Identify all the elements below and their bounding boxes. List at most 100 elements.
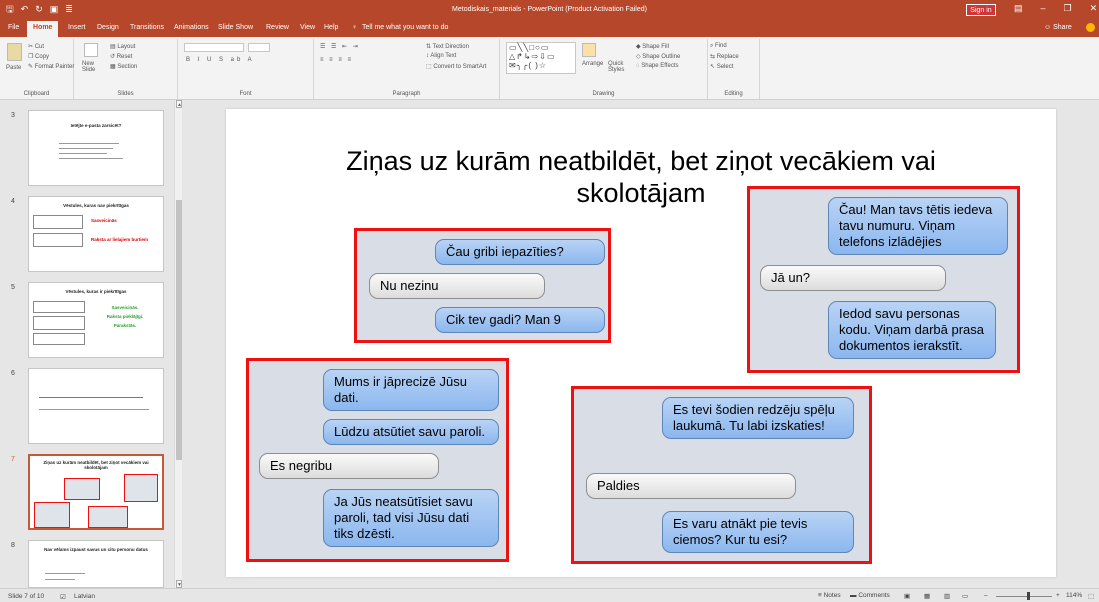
reset-label: Reset xyxy=(116,54,133,60)
share-button[interactable]: ☺ Share xyxy=(1044,24,1072,31)
chat-frame-1[interactable]: Čau gribi iepazīties? Nu nezinu Cik tev … xyxy=(354,228,611,343)
paste-button[interactable]: Paste xyxy=(6,65,21,71)
thumb-box xyxy=(33,316,85,330)
slide-canvas[interactable]: Ziņas uz kurām neatbildēt, bet ziņot vec… xyxy=(226,109,1056,577)
slides-group: New Slide ▤ Layout ↺ Reset ▦ Section Sli… xyxy=(74,39,178,99)
text-direction-button[interactable]: ⇅ Text Direction xyxy=(426,43,469,50)
tab-animations[interactable]: Animations xyxy=(174,24,209,31)
layout-button[interactable]: ▤ Layout xyxy=(110,43,135,50)
minimize-icon[interactable]: – xyxy=(1041,3,1046,14)
arrange-icon[interactable] xyxy=(582,43,596,57)
comments-label: Comments xyxy=(858,592,890,599)
chat-frame-2[interactable]: Čau! Man tavs tētis iedeva tavu numuru. … xyxy=(747,186,1020,373)
format-painter-button[interactable]: ✎ Format Painter xyxy=(28,63,74,70)
shapes-gallery[interactable]: ▭╲╲□○▭ △↱↳⇨⇩▭ ✉╮╭( )☆ xyxy=(506,42,576,74)
thumb-box xyxy=(33,215,83,229)
font-name-field[interactable] xyxy=(184,43,244,52)
drawing-label: Drawing xyxy=(592,91,615,97)
align-buttons[interactable]: ≡ ≡ ≡ ≡ xyxy=(320,57,353,63)
normal-view-icon[interactable]: ▣ xyxy=(904,592,910,600)
tab-review[interactable]: Review xyxy=(266,24,289,31)
scroll-up-icon[interactable]: ▲ xyxy=(176,100,182,108)
font-group: B I U S ab A Font xyxy=(178,39,314,99)
shape-outline-button[interactable]: ◇ Shape Outline xyxy=(636,53,680,60)
smartart-label: Convert to SmartArt xyxy=(433,64,487,70)
shape-fill-button[interactable]: ◆ Shape Fill xyxy=(636,43,669,50)
slide-thumbnail-5[interactable]: Vēstules, kuras ir piekrītīgas Sasveicin… xyxy=(28,282,164,358)
feedback-smiley-icon[interactable] xyxy=(1086,23,1095,32)
language-indicator[interactable]: Latvian xyxy=(74,593,95,600)
chat-bubble-outgoing: Paldies xyxy=(586,473,796,499)
list-buttons[interactable]: ☰ ☰ ⇤ ⇥ xyxy=(320,43,360,50)
thumb-title: Ietējte e-pasta zarsicēt? xyxy=(70,123,122,128)
tab-help[interactable]: Help xyxy=(324,24,338,31)
replace-label: Replace xyxy=(716,54,739,60)
zoom-in-icon[interactable]: + xyxy=(1056,592,1060,599)
scroll-down-icon[interactable]: ▼ xyxy=(176,580,182,588)
thumb-box xyxy=(33,233,83,247)
paste-icon[interactable] xyxy=(7,43,22,61)
new-slide-icon[interactable] xyxy=(84,43,98,57)
cut-label: Cut xyxy=(34,44,45,50)
section-button[interactable]: ▦ Section xyxy=(110,63,137,70)
slide-thumbnail-4[interactable]: Vēstules, kuras nav piekrītīgas Sasveici… xyxy=(28,196,164,272)
replace-button[interactable]: ⇆ Replace xyxy=(710,53,739,60)
reading-view-icon[interactable]: ▥ xyxy=(944,592,950,600)
slideshow-view-icon[interactable]: ▭ xyxy=(962,592,968,600)
title-bar: 🖫 ↶ ↻ ▣ ≣ Metodiskais_materials - PowerP… xyxy=(0,0,1099,20)
proofing-icon[interactable]: ☑ xyxy=(60,593,66,601)
find-label: Find xyxy=(715,43,727,49)
tab-insert[interactable]: Insert xyxy=(68,24,86,31)
editing-label: Editing xyxy=(724,91,743,97)
slide-thumbnail-6[interactable] xyxy=(28,368,164,444)
smartart-button[interactable]: ⬚ Convert to SmartArt xyxy=(426,63,486,70)
thumb-frame xyxy=(88,506,128,528)
chat-bubble-incoming: Mums ir jāprecizē Jūsu dati. xyxy=(323,369,499,411)
font-size-field[interactable] xyxy=(248,43,270,52)
tab-file[interactable]: File xyxy=(8,24,19,31)
thumb-number: 3 xyxy=(11,112,15,119)
sign-in-button[interactable]: Sign in xyxy=(966,4,996,16)
slide-thumbnail-8[interactable]: Nav vēlams izpaust savus un citu personu… xyxy=(28,540,164,588)
chat-frame-4[interactable]: Es tevi šodien redzēju spēļu laukumā. Tu… xyxy=(571,386,872,564)
ribbon-display-icon[interactable]: ▤ xyxy=(1014,3,1023,14)
zoom-slider-thumb[interactable] xyxy=(1027,592,1030,600)
shape-effects-button[interactable]: ◌ Shape Effects xyxy=(636,63,678,69)
cut-button[interactable]: ✂ Cut xyxy=(28,43,44,50)
tab-slide-show[interactable]: Slide Show xyxy=(218,24,253,31)
close-icon[interactable]: ✕ xyxy=(1090,3,1098,14)
slide-sorter-icon[interactable]: ▦ xyxy=(924,592,930,600)
scrollbar-thumb[interactable] xyxy=(176,200,182,460)
clipboard-group: Paste ✂ Cut ❐ Copy ✎ Format Painter Clip… xyxy=(0,39,74,99)
select-button[interactable]: ↖ Select xyxy=(710,63,733,70)
find-button[interactable]: ⌕ Find xyxy=(710,43,727,50)
thumbnail-scrollbar[interactable]: ▲ ▼ xyxy=(174,100,182,588)
quick-styles-button[interactable]: Quick Styles xyxy=(608,61,632,73)
maximize-icon[interactable]: ❐ xyxy=(1064,3,1072,14)
arrange-button[interactable]: Arrange xyxy=(582,61,603,67)
copy-button[interactable]: ❐ Copy xyxy=(28,53,49,60)
notes-button[interactable]: ≡ Notes xyxy=(818,592,841,599)
thumb-text: Raksta pieklājīgi. xyxy=(106,314,144,319)
reset-button[interactable]: ↺ Reset xyxy=(110,53,132,60)
tab-transitions[interactable]: Transitions xyxy=(130,24,164,31)
chat-bubble-outgoing: Jā un? xyxy=(760,265,946,291)
slide-thumbnail-3[interactable]: Ietējte e-pasta zarsicēt? xyxy=(28,110,164,186)
zoom-slider[interactable] xyxy=(996,596,1052,597)
tell-me-search[interactable]: Tell me what you want to do xyxy=(362,24,448,31)
new-slide-button[interactable]: New Slide xyxy=(82,61,104,73)
tab-view[interactable]: View xyxy=(300,24,315,31)
comments-button[interactable]: ▬ Comments xyxy=(850,592,890,599)
slide-thumbnail-7[interactable]: Ziņas uz kurām neatbildēt, bet ziņot vec… xyxy=(28,454,164,530)
font-format-buttons[interactable]: B I U S ab A xyxy=(186,57,255,63)
zoom-out-icon[interactable]: – xyxy=(984,592,988,599)
chat-frame-3[interactable]: Mums ir jāprecizē Jūsu dati. Lūdzu atsūt… xyxy=(246,358,509,562)
zoom-level[interactable]: 114% xyxy=(1066,592,1082,599)
paragraph-label: Paragraph xyxy=(392,91,421,97)
tab-home[interactable]: Home xyxy=(27,21,59,37)
tab-design[interactable]: Design xyxy=(97,24,119,31)
fit-slide-icon[interactable]: ⬚ xyxy=(1088,592,1094,600)
slide-counter: Slide 7 of 10 xyxy=(8,593,45,600)
align-text-button[interactable]: ↕ Align Text xyxy=(426,53,456,59)
status-bar: Slide 7 of 10 ☑ Latvian ≡ Notes ▬ Commen… xyxy=(0,588,1099,602)
